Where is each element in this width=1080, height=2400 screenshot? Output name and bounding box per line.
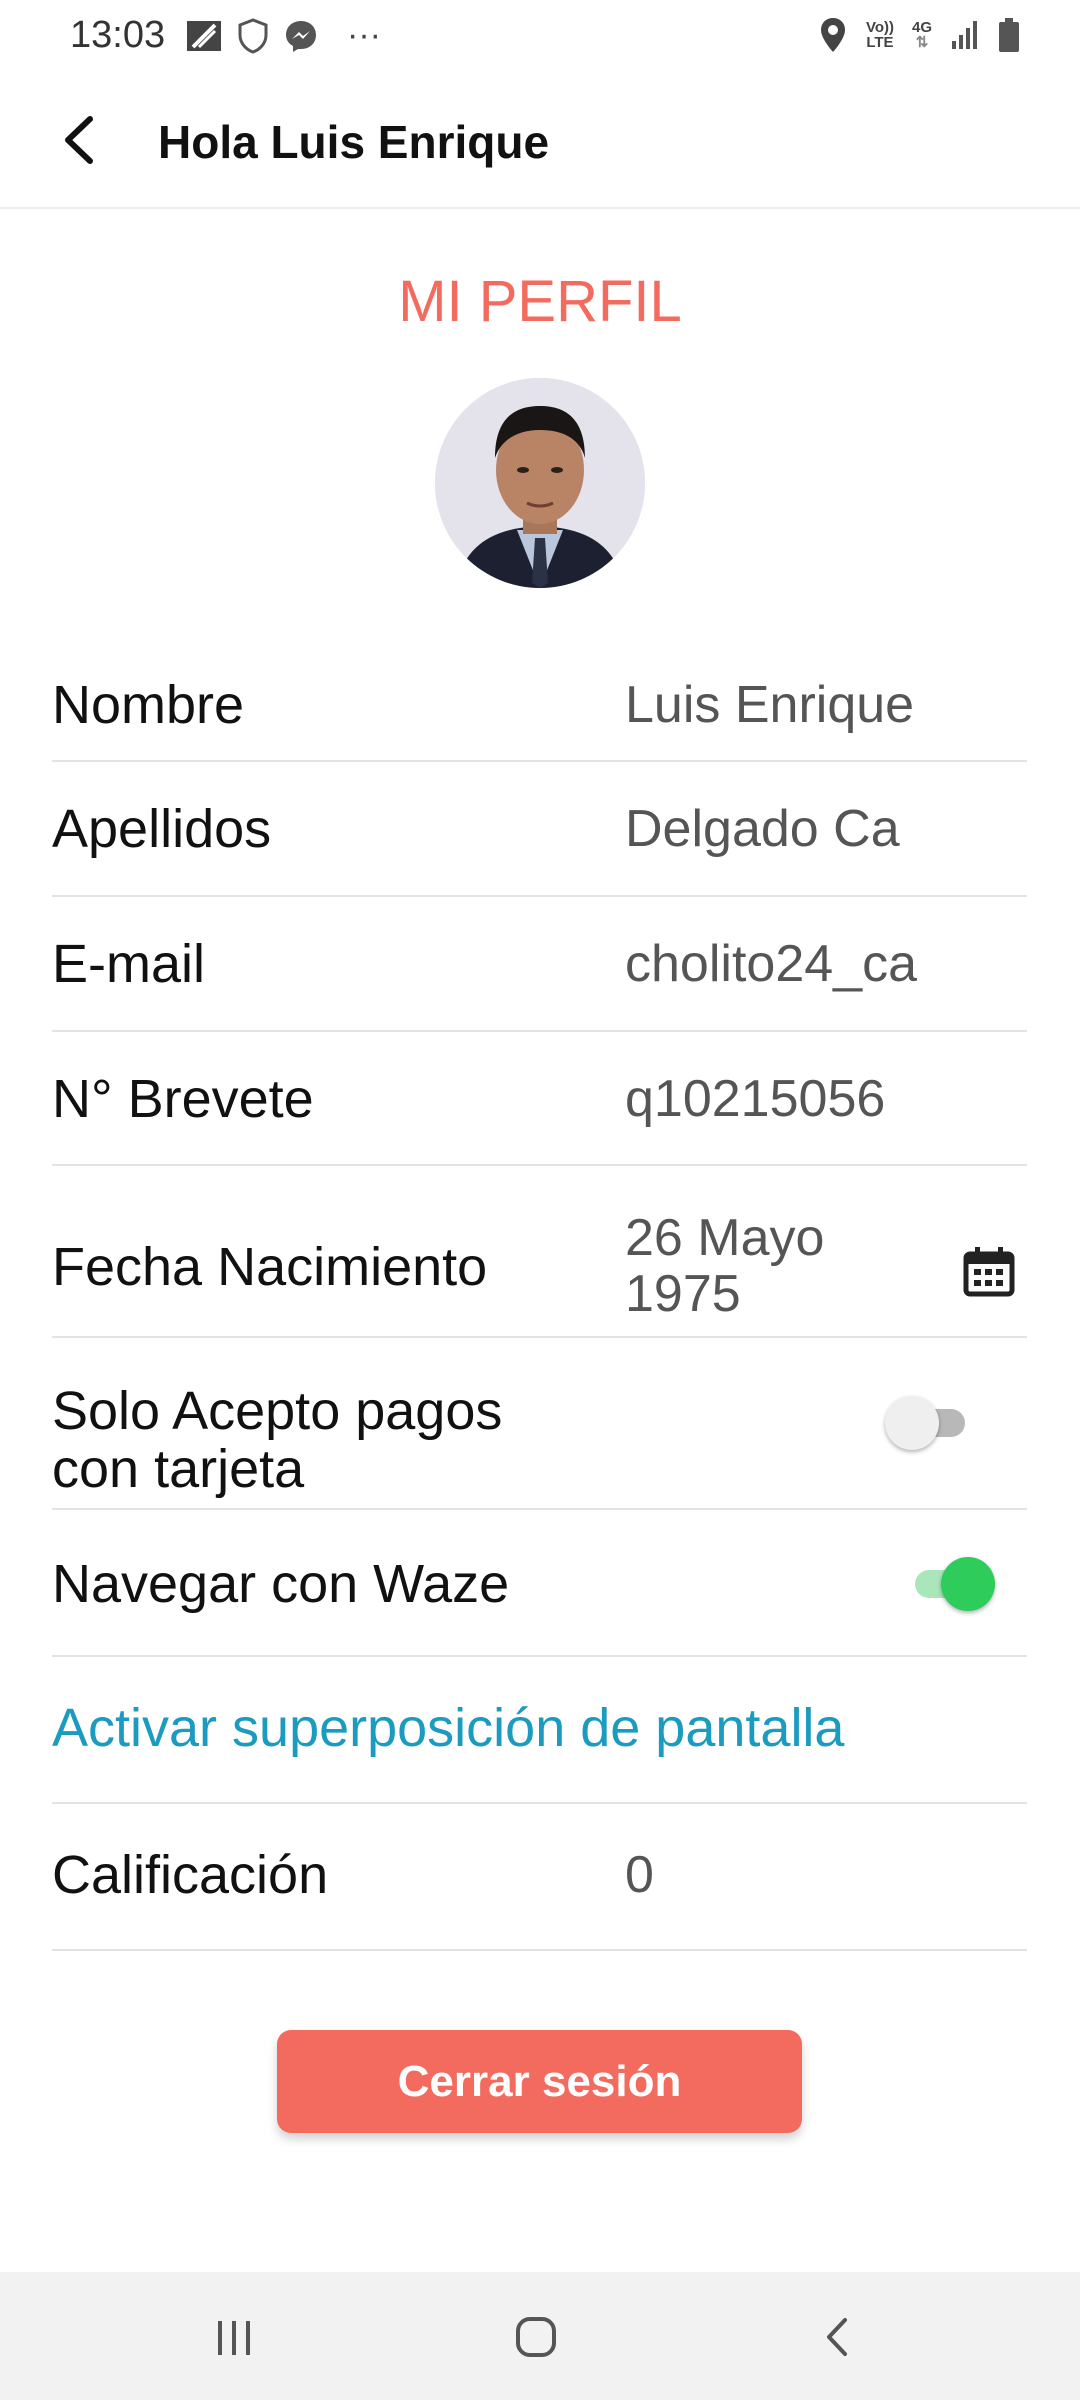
calificacion-value: 0 bbox=[625, 1846, 654, 1904]
home-icon bbox=[516, 2317, 556, 2357]
location-icon bbox=[820, 18, 845, 52]
apellidos-row: Apellidos Delgado Ca bbox=[52, 762, 1027, 897]
nombre-row: Nombre Luis Enrique bbox=[52, 650, 1027, 762]
email-label: E-mail bbox=[52, 934, 206, 994]
battery-icon bbox=[999, 18, 1019, 52]
pago-tarjeta-toggle[interactable] bbox=[885, 1392, 975, 1452]
top-app-bar: Hola Luis Enrique bbox=[0, 75, 1080, 209]
status-time: 13:03 bbox=[70, 14, 166, 56]
fecha-nacimiento-row: Fecha Nacimiento 26 Mayo 1975 bbox=[52, 1166, 1027, 1338]
profile-photo bbox=[435, 378, 645, 588]
home-button[interactable] bbox=[496, 2302, 576, 2372]
waze-label: Navegar con Waze bbox=[52, 1554, 510, 1614]
recents-button[interactable] bbox=[194, 2302, 274, 2372]
waze-row: Navegar con Waze bbox=[52, 1510, 1027, 1657]
more-notifications-icon: ··· bbox=[347, 16, 381, 54]
messenger-icon bbox=[286, 20, 316, 52]
nombre-label: Nombre bbox=[52, 675, 245, 735]
nav-back-button[interactable] bbox=[798, 2302, 878, 2372]
status-icons-left: ··· bbox=[185, 16, 381, 55]
volte-indicator: Vo)) LTE bbox=[865, 19, 894, 51]
status-icons-right: Vo)) LTE 4G ⇅ bbox=[818, 16, 1020, 54]
calificacion-label: Calificación bbox=[52, 1845, 329, 1905]
apellidos-label: Apellidos bbox=[52, 799, 272, 859]
nfc-icon bbox=[187, 20, 221, 51]
brevete-row: N° Brevete q10215056 bbox=[52, 1032, 1027, 1166]
fecha-dia-mes: 26 Mayo bbox=[625, 1210, 825, 1267]
recents-icon bbox=[218, 2321, 250, 2355]
brevete-label: N° Brevete bbox=[52, 1069, 314, 1129]
back-button[interactable] bbox=[50, 105, 120, 175]
network-indicator: 4G ⇅ bbox=[911, 19, 932, 51]
shield-icon bbox=[238, 17, 268, 54]
calificacion-row: Calificación 0 bbox=[52, 1804, 1027, 1951]
pago-tarjeta-label: Solo Acepto pagos con tarjeta bbox=[52, 1381, 503, 1499]
system-nav-bar bbox=[0, 2272, 1080, 2400]
nombre-field[interactable]: Luis Enrique bbox=[625, 676, 990, 734]
status-bar: 13:03 ··· Vo)) LTE 4G ⇅ bbox=[0, 0, 1080, 75]
fecha-nacimiento-label: Fecha Nacimiento bbox=[52, 1237, 488, 1297]
page-title: MI PERFIL bbox=[398, 269, 682, 334]
apellidos-field[interactable]: Delgado Ca bbox=[625, 800, 990, 858]
logout-button[interactable]: Cerrar sesión bbox=[277, 2030, 802, 2133]
fecha-nacimiento-field[interactable]: 26 Mayo 1975 bbox=[625, 1210, 990, 1322]
arrow-back-icon bbox=[65, 116, 93, 164]
waze-toggle[interactable] bbox=[905, 1553, 995, 1613]
email-field[interactable]: cholito24_ca bbox=[625, 935, 990, 993]
brevete-field[interactable]: q10215056 bbox=[625, 1070, 990, 1128]
signal-icon bbox=[952, 21, 977, 49]
calendar-icon[interactable] bbox=[962, 1244, 1016, 1298]
back-icon bbox=[827, 2318, 847, 2356]
avatar[interactable] bbox=[435, 378, 645, 588]
email-row: E-mail cholito24_ca bbox=[52, 897, 1027, 1032]
superposicion-row: Activar superposición de pantalla bbox=[52, 1657, 1027, 1804]
fecha-anio: 1975 bbox=[625, 1265, 741, 1322]
app-bar-title: Hola Luis Enrique bbox=[158, 116, 550, 168]
pago-tarjeta-row: Solo Acepto pagos con tarjeta bbox=[52, 1338, 1027, 1510]
activar-superposicion-link[interactable]: Activar superposición de pantalla bbox=[52, 1699, 844, 1757]
